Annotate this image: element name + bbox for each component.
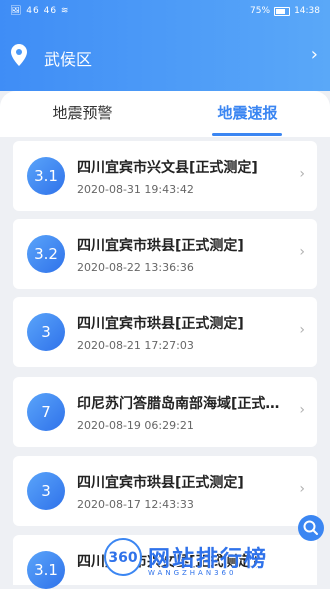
status-bar: 🖼 46 46 ≋ 75% 14:38 <box>0 0 330 22</box>
chevron-right-icon: › <box>299 166 305 182</box>
tab-earthquake-warning[interactable]: 地震预警 <box>0 91 165 137</box>
list-item[interactable]: 3.2 四川宜宾市珙县[正式测定] 2020-08-22 13:36:36 › <box>13 219 317 289</box>
magnitude-badge: 3.1 <box>27 157 65 195</box>
list-item[interactable]: 3.1 四川宜宾市兴文县[正式测定] 2020-08-31 19:43:42 › <box>13 141 317 211</box>
event-time: 2020-08-31 19:43:42 <box>77 183 194 196</box>
chevron-right-icon: › <box>310 44 318 65</box>
battery-percent: 75% <box>250 6 271 16</box>
event-time: 2020-08-21 17:27:03 <box>77 339 194 352</box>
signal-indicators: 🖼 46 46 ≋ <box>10 6 70 16</box>
list-item[interactable]: 3 四川宜宾市珙县[正式测定] 2020-08-21 17:27:03 › <box>13 297 317 367</box>
event-time: 2020-08-17 12:43:33 <box>77 498 194 511</box>
event-title: 印尼苏门答腊岛南部海域[正式测定] <box>77 396 287 412</box>
location-selector[interactable]: 武侯区 › <box>0 38 330 74</box>
list-item[interactable]: 3 四川宜宾市珙县[正式测定] 2020-08-17 12:43:33 › <box>13 456 317 526</box>
chevron-right-icon: › <box>299 481 305 497</box>
tab-earthquake-report[interactable]: 地震速报 <box>165 91 330 137</box>
watermark: 360 网站排行榜 WANGZHAN360 <box>104 537 326 577</box>
event-title: 四川宜宾市珙县[正式测定] <box>77 475 244 491</box>
magnitude-badge: 3 <box>27 313 65 351</box>
chevron-right-icon: › <box>299 402 305 418</box>
battery-icon <box>274 7 291 16</box>
magnitude-badge: 3 <box>27 472 65 510</box>
event-time: 2020-08-19 06:29:21 <box>77 419 194 432</box>
event-title: 四川宜宾市珙县[正式测定] <box>77 238 244 254</box>
chevron-right-icon: › <box>299 244 305 260</box>
chevron-right-icon: › <box>299 322 305 338</box>
clock: 14:38 <box>294 6 320 16</box>
location-pin-icon <box>11 44 27 66</box>
watermark-badge: 360 <box>104 538 142 576</box>
status-right: 75% 14:38 <box>250 0 320 22</box>
active-tab-indicator <box>212 133 282 136</box>
event-title: 四川宜宾市珙县[正式测定] <box>77 316 244 332</box>
magnitude-badge: 3.2 <box>27 235 65 273</box>
location-name: 武侯区 <box>44 50 93 69</box>
magnitude-badge: 7 <box>27 393 65 431</box>
watermark-subtext: WANGZHAN360 <box>148 569 237 577</box>
header: 🖼 46 46 ≋ 75% 14:38 武侯区 › <box>0 0 330 91</box>
magnitude-badge: 3.1 <box>27 551 65 589</box>
event-time: 2020-08-22 13:36:36 <box>77 261 194 274</box>
event-title: 四川宜宾市兴文县[正式测定] <box>77 160 258 176</box>
tab-bar: 地震预警 地震速报 <box>0 91 330 137</box>
list-item[interactable]: 7 印尼苏门答腊岛南部海域[正式测定] 2020-08-19 06:29:21 … <box>13 377 317 447</box>
